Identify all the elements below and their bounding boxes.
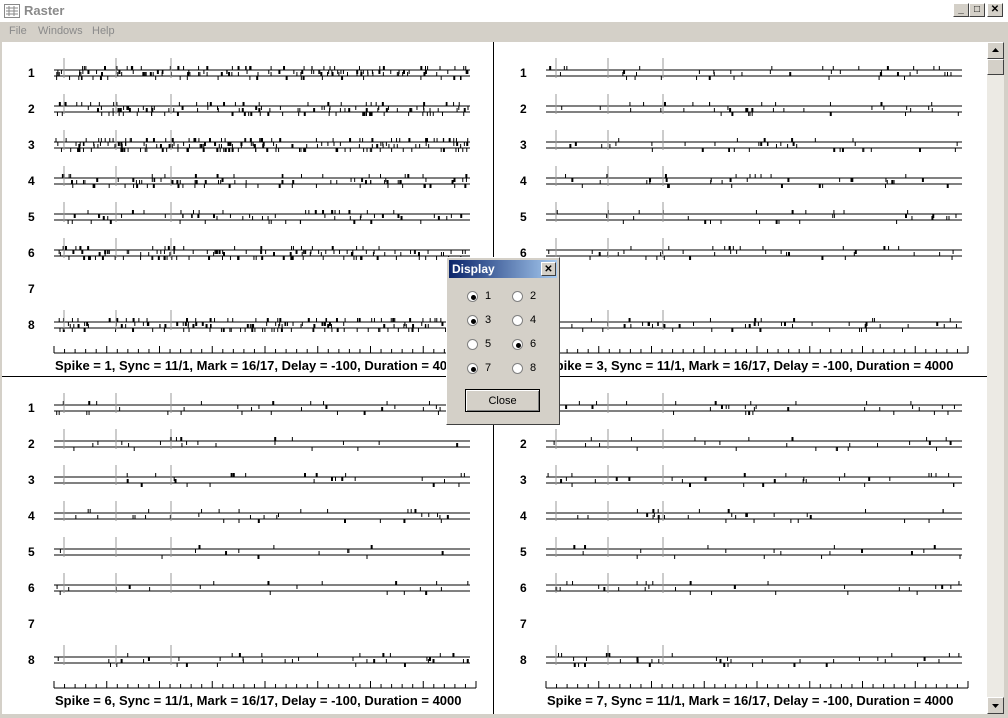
close-button[interactable]: Close xyxy=(465,389,540,412)
radio-circle-icon[interactable] xyxy=(467,291,478,302)
menu-file[interactable]: File xyxy=(9,25,27,37)
radio-circle-icon[interactable] xyxy=(467,339,478,350)
radio-circle-icon[interactable] xyxy=(512,315,523,326)
raster-panel-4: 12345678Spike = 7, Sync = 11/1, Mark = 1… xyxy=(494,377,985,711)
channel-label: 5 xyxy=(28,210,35,224)
channel-label: 5 xyxy=(520,210,527,224)
raster-plot xyxy=(53,393,477,689)
arrow-down-icon xyxy=(992,704,999,708)
channel-label: 6 xyxy=(28,246,35,260)
title-bar: Raster _ □ ✕ xyxy=(0,0,1008,23)
channel-label: 3 xyxy=(520,138,527,152)
scroll-down-button[interactable] xyxy=(987,697,1004,714)
channel-label: 2 xyxy=(520,437,527,451)
raster-plot xyxy=(53,58,477,354)
raster-panel-3: 1 2 3 4 5 6 7 8 Spike = 6, Sync = 11/1, Mark = 1… xyxy=(2,377,493,711)
vertical-scrollbar[interactable] xyxy=(987,42,1004,714)
display-option-radio[interactable]: 6 xyxy=(512,338,572,353)
channel-label: 3 xyxy=(520,473,527,487)
channel-label: 1 xyxy=(28,401,35,415)
scroll-thumb[interactable] xyxy=(987,59,1004,75)
display-option-radio[interactable]: 2 xyxy=(512,290,572,305)
channel-label: 4 xyxy=(520,174,527,188)
display-option-radio[interactable]: 8 xyxy=(512,362,572,377)
maximize-button[interactable]: □ xyxy=(969,3,985,17)
radio-label: 4 xyxy=(530,314,537,326)
radio-label: 3 xyxy=(485,314,492,326)
minimize-button[interactable]: _ xyxy=(953,3,969,17)
radio-circle-icon[interactable] xyxy=(512,291,523,302)
channel-label: 1 xyxy=(520,66,527,80)
radio-selected-dot xyxy=(471,295,476,300)
channel-label: 5 xyxy=(28,545,35,559)
window-title: Raster xyxy=(24,3,65,18)
channel-label: 1 xyxy=(28,66,35,80)
display-option-radio[interactable]: 4 xyxy=(512,314,572,329)
channel-label: 2 xyxy=(28,102,35,116)
panel-caption: Spike = 3, Sync = 11/1, Mark = 16/17, De… xyxy=(547,358,954,373)
radio-circle-icon[interactable] xyxy=(467,363,478,374)
dialog-close-icon[interactable]: ✕ xyxy=(541,262,556,276)
menu-help[interactable]: Help xyxy=(92,25,115,37)
channel-label: 8 xyxy=(520,653,527,667)
channel-label: 2 xyxy=(520,102,527,116)
panel-caption: Spike = 7, Sync = 11/1, Mark = 16/17, De… xyxy=(547,693,954,708)
channel-label: 3 xyxy=(28,138,35,152)
channel-label: 2 xyxy=(28,437,35,451)
radio-selected-dot xyxy=(471,319,476,324)
raster-plot xyxy=(545,393,969,689)
raster-panel-1: 1 2 3 4 5 6 7 8 Spike = 1, Sync = 11/1, Mark = 1… xyxy=(2,42,493,376)
channel-label: 4 xyxy=(28,174,35,188)
panel-caption: Spike = 6, Sync = 11/1, Mark = 16/17, De… xyxy=(55,693,462,708)
radio-selected-dot xyxy=(471,367,476,372)
channel-label: 8 xyxy=(28,653,35,667)
menu-windows[interactable]: Windows xyxy=(38,25,83,37)
channel-label: 6 xyxy=(520,581,527,595)
radio-label: 1 xyxy=(485,290,492,302)
radio-circle-icon[interactable] xyxy=(512,363,523,374)
channel-label: 7 xyxy=(28,282,35,296)
menu-bar: File Windows Help xyxy=(0,22,1008,41)
radio-label: 2 xyxy=(530,290,537,302)
raster-app-icon xyxy=(4,4,20,18)
channel-label: 7 xyxy=(28,617,35,631)
scroll-up-button[interactable] xyxy=(987,42,1004,59)
channel-label: 4 xyxy=(520,509,527,523)
channel-label: 7 xyxy=(520,617,527,631)
radio-selected-dot xyxy=(516,343,521,348)
arrow-up-icon xyxy=(992,48,999,52)
dialog-title: Display xyxy=(452,262,495,276)
channel-label: 4 xyxy=(28,509,35,523)
radio-label: 7 xyxy=(485,362,492,374)
display-dialog: Display ✕ 1 2 3 4 5 6 7 8 Close xyxy=(446,257,560,425)
radio-circle-icon[interactable] xyxy=(467,315,478,326)
channel-label: 3 xyxy=(28,473,35,487)
radio-label: 8 xyxy=(530,362,537,374)
radio-label: 5 xyxy=(485,338,492,350)
channel-label: 6 xyxy=(28,581,35,595)
channel-label: 8 xyxy=(28,318,35,332)
panel-caption: Spike = 1, Sync = 11/1, Mark = 16/17, De… xyxy=(55,358,462,373)
channel-label: 5 xyxy=(520,545,527,559)
radio-label: 6 xyxy=(530,338,537,350)
dialog-title-bar: Display ✕ xyxy=(449,260,557,278)
close-window-button[interactable]: ✕ xyxy=(987,3,1003,17)
radio-circle-icon[interactable] xyxy=(512,339,523,350)
